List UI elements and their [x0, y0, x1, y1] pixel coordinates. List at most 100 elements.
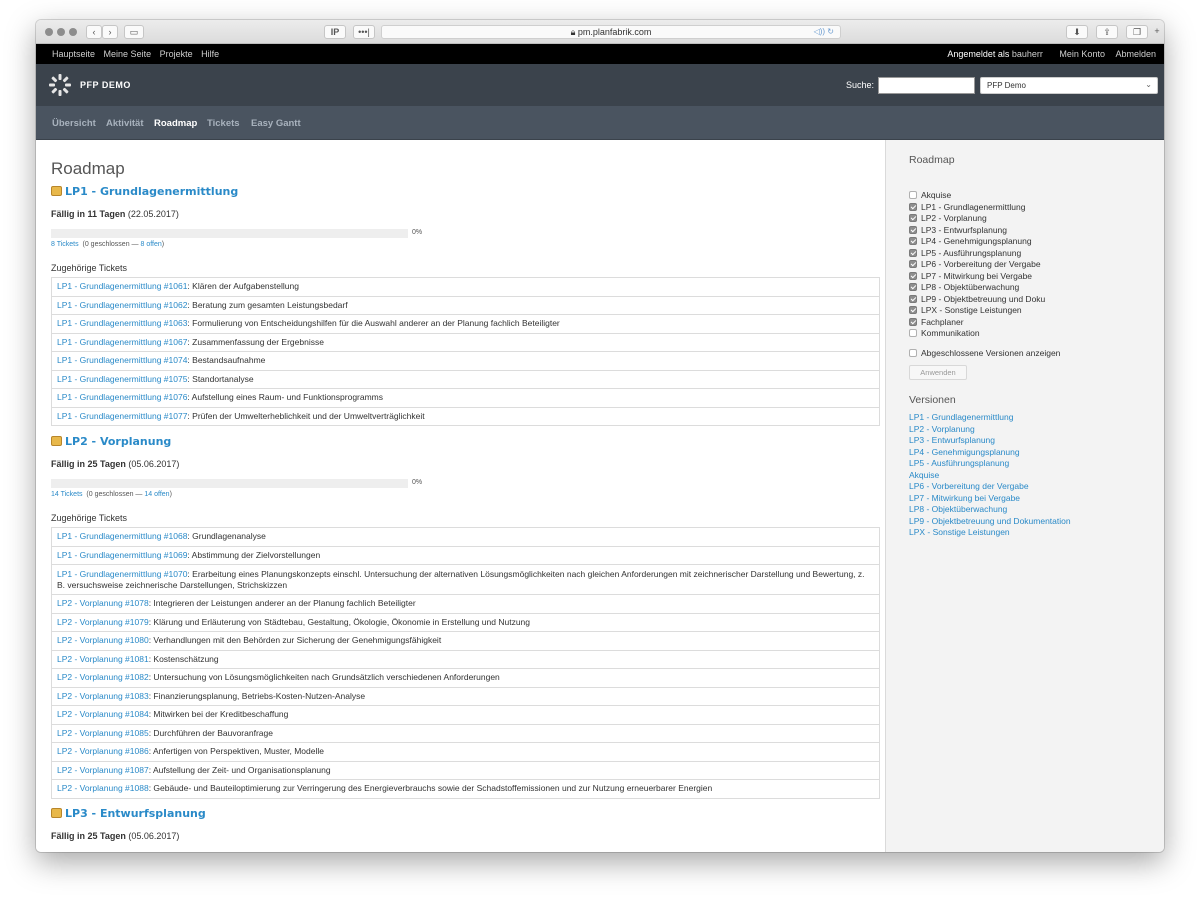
ticket-link[interactable]: LP1 - Grundlagenermittlung #1061: [57, 281, 187, 291]
tab-overview[interactable]: Übersicht: [52, 118, 96, 129]
sidebar-toggle-icon[interactable]: ▭: [124, 25, 144, 39]
checkbox[interactable]: [909, 214, 917, 222]
topmenu-link-help[interactable]: Hilfe: [201, 49, 219, 59]
version-link[interactable]: LP4 - Genehmigungsplanung: [909, 447, 1071, 459]
ticket-link[interactable]: LP2 - Vorplanung #1084: [57, 709, 149, 719]
ticket-link[interactable]: LP1 - Grundlagenermittlung #1075: [57, 374, 187, 384]
ticket-link[interactable]: LP2 - Vorplanung #1078: [57, 598, 149, 608]
version-link[interactable]: Akquise: [909, 470, 1071, 482]
ticket-link[interactable]: LP1 - Grundlagenermittlung #1068: [57, 531, 187, 541]
search-input[interactable]: [878, 77, 975, 94]
forward-button[interactable]: ›: [102, 25, 118, 39]
back-button[interactable]: ‹: [86, 25, 102, 39]
version-link[interactable]: LP9 - Objektbetreuung und Dokumentation: [909, 516, 1071, 528]
tracker-option[interactable]: Fachplaner: [909, 317, 1045, 329]
tickets-link[interactable]: 14 Tickets: [51, 491, 83, 498]
topmenu-link-my-page[interactable]: Meine Seite: [104, 49, 152, 59]
checkbox[interactable]: [909, 202, 917, 211]
tracker-option[interactable]: LP1 - Grundlagenermittlung: [909, 202, 1045, 214]
version-link[interactable]: LPX - Sonstige Leistungen: [909, 527, 1071, 539]
share-icon[interactable]: ⇪: [1096, 25, 1118, 39]
version-link[interactable]: LP1 - Grundlagenermittlung: [909, 412, 1071, 424]
topmenu-link-home[interactable]: Hauptseite: [52, 49, 95, 59]
version-link[interactable]: LP2 - Vorplanung: [909, 424, 1071, 436]
ticket-link[interactable]: LP2 - Vorplanung #1080: [57, 635, 149, 645]
new-tab-icon[interactable]: +: [1150, 25, 1164, 39]
tracker-option[interactable]: LP5 - Ausführungsplanung: [909, 248, 1045, 260]
minimize-window-button[interactable]: [57, 28, 65, 36]
ticket-link[interactable]: LP1 - Grundlagenermittlung #1062: [57, 300, 187, 310]
ip-extension-button[interactable]: IP: [324, 25, 346, 39]
version-title-link[interactable]: LP2 - Vorplanung: [51, 435, 171, 448]
reload-icon[interactable]: ◁)) ↻: [814, 26, 834, 38]
extension-dots-button[interactable]: •••|: [353, 25, 375, 39]
planfabrik-logo-icon[interactable]: [48, 73, 72, 97]
version-link[interactable]: LP5 - Ausführungsplanung: [909, 458, 1071, 470]
ticket-link[interactable]: LP1 - Grundlagenermittlung #1074: [57, 355, 187, 365]
version-link[interactable]: LP8 - Objektüberwachung: [909, 504, 1071, 516]
tracker-option[interactable]: LP6 - Vorbereitung der Vergabe: [909, 259, 1045, 271]
ticket-link[interactable]: LP2 - Vorplanung #1083: [57, 691, 149, 701]
checkbox[interactable]: [909, 271, 917, 280]
ticket-link[interactable]: LP1 - Grundlagenermittlung #1063: [57, 318, 187, 328]
version-link[interactable]: LP6 - Vorbereitung der Vergabe: [909, 481, 1071, 493]
tracker-option[interactable]: LP3 - Entwurfsplanung: [909, 225, 1045, 237]
ticket-link[interactable]: LP2 - Vorplanung #1079: [57, 617, 149, 627]
address-bar[interactable]: 🔒︎ pm.planfabrik.com ◁)) ↻: [381, 25, 841, 39]
ticket-link[interactable]: LP1 - Grundlagenermittlung #1069: [57, 550, 187, 560]
checkbox[interactable]: [909, 283, 917, 291]
ticket-link[interactable]: LP1 - Grundlagenermittlung #1076: [57, 392, 187, 402]
ticket-cell: LP1 - Grundlagenermittlung #1069: Abstim…: [51, 545, 880, 565]
checkbox[interactable]: [909, 294, 917, 303]
ticket-link[interactable]: LP2 - Vorplanung #1085: [57, 728, 149, 738]
tracker-option[interactable]: LPX - Sonstige Leistungen: [909, 305, 1045, 317]
tab-roadmap[interactable]: Roadmap: [154, 118, 197, 129]
ticket-link[interactable]: LP2 - Vorplanung #1087: [57, 765, 149, 775]
ticket-link[interactable]: LP1 - Grundlagenermittlung #1070: [57, 569, 187, 579]
tab-tickets[interactable]: Tickets: [207, 118, 240, 129]
my-account-link[interactable]: Mein Konto: [1059, 49, 1105, 59]
tracker-option[interactable]: LP7 - Mitwirkung bei Vergabe: [909, 271, 1045, 283]
checkbox[interactable]: [909, 191, 917, 199]
ticket-link[interactable]: LP2 - Vorplanung #1082: [57, 672, 149, 682]
zoom-window-button[interactable]: [69, 28, 77, 36]
tickets-open-link[interactable]: 14 offen: [144, 491, 169, 498]
tracker-option[interactable]: Akquise: [909, 190, 1045, 202]
project-name[interactable]: PFP DEMO: [80, 80, 131, 90]
checkbox[interactable]: [909, 237, 917, 245]
tracker-option[interactable]: LP4 - Genehmigungsplanung: [909, 236, 1045, 248]
version-title-link[interactable]: LP3 - Entwurfsplanung: [51, 807, 206, 820]
checkbox[interactable]: [909, 317, 917, 326]
tracker-option[interactable]: Kommunikation: [909, 328, 1045, 340]
ticket-link[interactable]: LP1 - Grundlagenermittlung #1077: [57, 411, 187, 421]
checkbox[interactable]: [909, 260, 917, 268]
checkbox[interactable]: [909, 306, 917, 314]
ticket-link[interactable]: LP2 - Vorplanung #1086: [57, 746, 149, 756]
topmenu-link-projects[interactable]: Projekte: [160, 49, 193, 59]
version-link[interactable]: LP7 - Mitwirkung bei Vergabe: [909, 493, 1071, 505]
apply-button[interactable]: Anwenden: [909, 365, 967, 380]
project-jump-select[interactable]: PFP Demo ⌄: [980, 77, 1158, 94]
checkbox[interactable]: [909, 248, 917, 257]
tickets-open-link[interactable]: 8 offen: [141, 241, 162, 248]
tab-easy-gantt[interactable]: Easy Gantt: [251, 118, 301, 129]
version-title-link[interactable]: LP1 - Grundlagenermittlung: [51, 185, 238, 198]
ticket-link[interactable]: LP2 - Vorplanung #1088: [57, 783, 149, 793]
close-window-button[interactable]: [45, 28, 53, 36]
tabs-overview-icon[interactable]: ❐: [1126, 25, 1148, 39]
tab-activity[interactable]: Aktivität: [106, 118, 143, 129]
checkbox[interactable]: [909, 225, 917, 234]
checkbox[interactable]: [909, 349, 917, 357]
show-closed-versions-option[interactable]: Abgeschlossene Versionen anzeigen: [909, 348, 1060, 358]
tickets-link[interactable]: 8 Tickets: [51, 241, 79, 248]
checkbox[interactable]: [909, 329, 917, 337]
logout-link[interactable]: Abmelden: [1115, 49, 1156, 59]
version-link[interactable]: LP3 - Entwurfsplanung: [909, 435, 1071, 447]
ticket-link[interactable]: LP1 - Grundlagenermittlung #1067: [57, 337, 187, 347]
ticket-link[interactable]: LP2 - Vorplanung #1081: [57, 654, 149, 664]
logged-in-user-link[interactable]: bauherr: [1012, 49, 1043, 59]
tracker-option[interactable]: LP2 - Vorplanung: [909, 213, 1045, 225]
tracker-option[interactable]: LP9 - Objektbetreuung und Doku: [909, 294, 1045, 306]
download-icon[interactable]: ⬇: [1066, 25, 1088, 39]
tracker-option[interactable]: LP8 - Objektüberwachung: [909, 282, 1045, 294]
